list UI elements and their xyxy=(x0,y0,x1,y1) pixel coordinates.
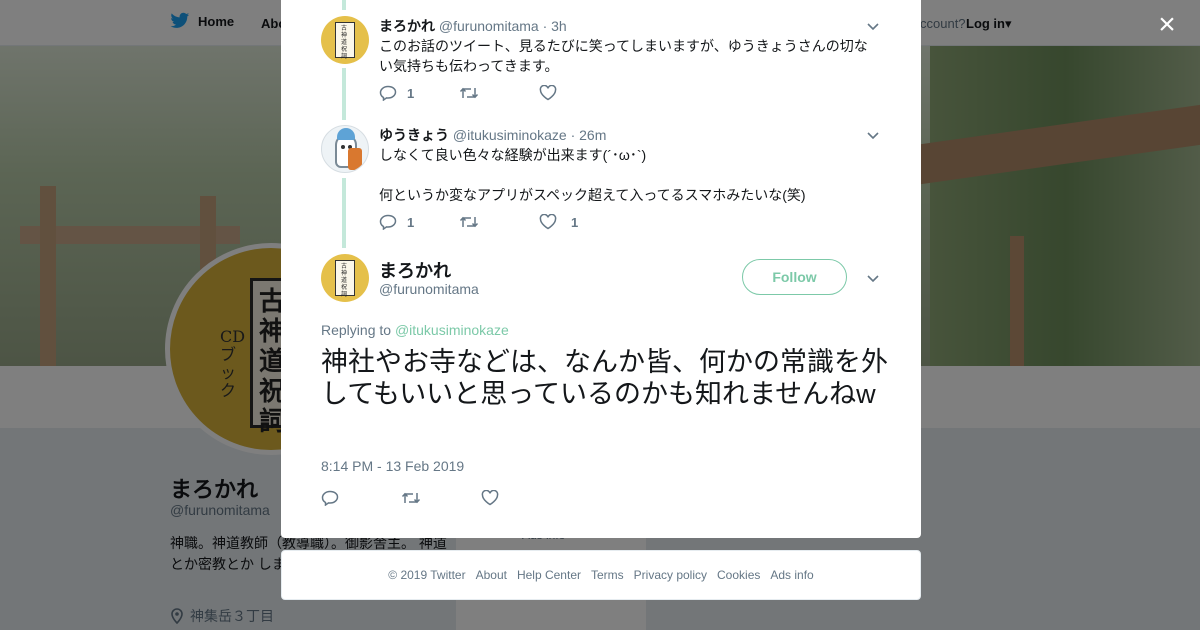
reply-icon xyxy=(321,490,339,507)
reply-icon xyxy=(379,214,397,230)
tweet-timestamp[interactable]: 8:14 PM - 13 Feb 2019 xyxy=(321,458,464,474)
reply-tweet[interactable]: 古神道祝詞 まろかれ @furunomitama · 3h このお話のツイート、… xyxy=(321,16,891,116)
retweet-icon xyxy=(401,492,421,504)
heart-icon xyxy=(481,489,499,506)
reply-button[interactable] xyxy=(321,490,401,511)
heart-icon xyxy=(539,214,557,230)
reply-count: 1 xyxy=(407,85,415,101)
footer-link-about[interactable]: About xyxy=(476,568,507,582)
tweet-text: しなくて良い色々な経験が出来ます(´･ω･`) 何というか変なアプリがスペック超… xyxy=(379,147,806,203)
reply-count: 1 xyxy=(407,214,415,230)
author-name[interactable]: まろかれ xyxy=(379,257,451,283)
reply-button[interactable]: 1 xyxy=(379,214,459,230)
like-button[interactable] xyxy=(539,85,619,101)
like-button[interactable] xyxy=(481,489,561,511)
author-handle[interactable]: @itukusiminokaze xyxy=(453,127,567,143)
tweet-header: まろかれ @furunomitama · 3h xyxy=(379,16,567,36)
reply-tweet[interactable]: ゆうきょう @itukusiminokaze · 26m しなくて良い色々な経験… xyxy=(321,125,891,240)
heart-icon xyxy=(539,85,557,101)
chevron-down-icon[interactable] xyxy=(865,127,881,143)
chevron-down-icon[interactable] xyxy=(865,18,881,34)
retweet-button[interactable] xyxy=(459,85,539,101)
thread-line xyxy=(342,0,346,10)
tweet-modal: 古神道祝詞 まろかれ @furunomitama · 3h このお話のツイート、… xyxy=(281,0,921,538)
avatar[interactable]: 古神道祝詞 xyxy=(321,16,369,64)
reply-icon xyxy=(379,85,397,101)
main-tweet-text: 神社やお寺などは、なんか皆、何かの常識を外してもいいと思っているのかも知れません… xyxy=(321,347,888,409)
retweet-icon xyxy=(459,216,479,228)
like-button[interactable]: 1 xyxy=(539,214,619,230)
tweet-actions: 1 xyxy=(379,85,619,101)
retweet-button[interactable] xyxy=(401,490,481,511)
replying-to-label: Replying to xyxy=(321,322,392,338)
chevron-down-icon[interactable] xyxy=(865,270,881,286)
tweet-actions: 1 1 xyxy=(379,214,619,230)
author-name[interactable]: まろかれ xyxy=(379,18,435,34)
like-count: 1 xyxy=(571,214,579,230)
avatar[interactable] xyxy=(321,125,369,173)
modal-footer: © 2019 Twitter About Help Center Terms P… xyxy=(281,550,921,600)
footer-link-privacy-policy[interactable]: Privacy policy xyxy=(634,568,707,582)
avatar[interactable]: 古神道祝詞 xyxy=(321,254,369,302)
tweet-time[interactable]: · 26m xyxy=(571,127,607,143)
footer-link-terms[interactable]: Terms xyxy=(591,568,624,582)
copyright: © 2019 Twitter xyxy=(388,568,466,582)
author-name[interactable]: ゆうきょう xyxy=(379,127,449,143)
footer-link-help-center[interactable]: Help Center xyxy=(517,568,581,582)
replying-to-handle[interactable]: @itukusiminokaze xyxy=(395,322,509,338)
retweet-button[interactable] xyxy=(459,214,539,230)
tweet-time[interactable]: · 3h xyxy=(543,18,567,34)
author-handle[interactable]: @furunomitama xyxy=(379,281,479,297)
replying-to: Replying to @itukusiminokaze xyxy=(321,322,509,338)
footer-link-ads-info[interactable]: Ads info xyxy=(770,568,813,582)
close-icon[interactable]: × xyxy=(1152,10,1182,40)
tweet-text: このお話のツイート、見るたびに笑ってしまいますが、ゆうきょうさんの切ない気持ちも… xyxy=(379,38,868,74)
reply-button[interactable]: 1 xyxy=(379,85,459,101)
retweet-icon xyxy=(459,87,479,99)
author-handle[interactable]: @furunomitama xyxy=(439,18,539,34)
tweet-header: ゆうきょう @itukusiminokaze · 26m xyxy=(379,125,606,145)
footer-link-cookies[interactable]: Cookies xyxy=(717,568,760,582)
main-tweet-actions xyxy=(321,489,561,511)
follow-button[interactable]: Follow xyxy=(742,259,847,295)
